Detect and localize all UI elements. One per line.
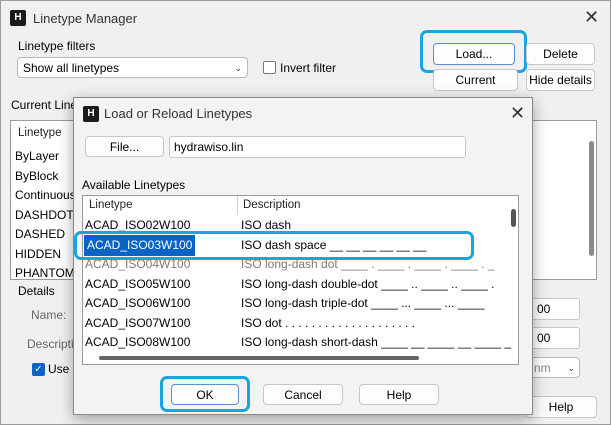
chevron-down-icon: ⌄	[234, 63, 242, 73]
table-row[interactable]: ACAD_ISO07W100 ISO dot . . . . . . . . .…	[85, 314, 505, 334]
available-linetypes-label: Available Linetypes	[82, 178, 186, 192]
selected-row-highlight	[74, 231, 474, 260]
linetype-filter-value: Show all linetypes	[23, 61, 120, 75]
close-icon[interactable]: ✕	[584, 8, 599, 26]
row-description: ISO long-dash short-dash ____ __ ____ __…	[241, 335, 512, 349]
close-icon[interactable]: ✕	[510, 104, 525, 122]
global-scale-field[interactable]: 00	[528, 298, 580, 320]
linetype-filter-dropdown[interactable]: Show all linetypes ⌄	[17, 57, 248, 78]
row-description: ISO long-dash double-dot ____ .. ____ ..…	[241, 276, 495, 291]
file-name-field[interactable]: hydrawiso.lin	[169, 136, 466, 158]
help-button-manager[interactable]: Help	[525, 396, 597, 418]
list-item[interactable]: PHANTOM	[13, 264, 77, 284]
current-button[interactable]: Current	[433, 69, 518, 91]
delete-button[interactable]: Delete	[526, 43, 595, 65]
row-linetype: ACAD_ISO05W100	[85, 276, 191, 291]
row-linetype: ACAD_ISO07W100	[85, 315, 191, 330]
list-item[interactable]: DASHDOT	[13, 206, 77, 226]
load-linetypes-dialog: H Load or Reload Linetypes ✕ File... hyd…	[73, 97, 533, 415]
row-description: ISO dot . . . . . . . . . . . . . . . . …	[241, 315, 416, 330]
file-button[interactable]: File...	[85, 136, 164, 157]
available-linetypes-list[interactable]: Linetype Description ACAD_ISO02W100 ISO …	[82, 195, 519, 365]
invert-filter-label: Invert filter	[280, 61, 337, 75]
linetype-items: ByLayer ByBlock Continuous DASHDOT DASHE…	[13, 147, 77, 284]
horizontal-scrollbar-thumb[interactable]	[99, 356, 419, 360]
linetype-filters-label: Linetype filters	[18, 39, 96, 53]
list-item[interactable]: ByBlock	[13, 167, 77, 187]
column-header-linetype[interactable]: Linetype	[89, 199, 132, 211]
dialog-title: Load or Reload Linetypes	[104, 106, 253, 121]
iso-pen-width-dropdown[interactable]: nm ⌄	[528, 357, 580, 378]
window-title: Linetype Manager	[33, 11, 138, 26]
use-paper-space-checkbox[interactable]: ✓	[32, 363, 45, 376]
table-row[interactable]: ACAD_ISO08W100 ISO long-dash short-dash …	[85, 333, 511, 353]
list-item[interactable]: Continuous	[13, 186, 77, 206]
chevron-down-icon: ⌄	[567, 363, 575, 373]
cancel-button[interactable]: Cancel	[263, 384, 343, 405]
hide-details-button[interactable]: Hide details	[526, 69, 595, 91]
current-scale-field[interactable]: 00	[528, 327, 580, 349]
table-row[interactable]: ACAD_ISO06W100 ISO long-dash triple-dot …	[85, 294, 505, 314]
vertical-scrollbar-thumb[interactable]	[511, 209, 516, 227]
column-header-linetype[interactable]: Linetype	[18, 127, 61, 139]
app-icon: H	[83, 106, 99, 122]
table-row[interactable]: ACAD_ISO05W100 ISO long-dash double-dot …	[85, 275, 505, 295]
iso-pen-width-value: nm	[534, 361, 551, 375]
name-label: Name:	[31, 308, 67, 322]
details-label: Details	[18, 284, 55, 298]
app-icon: H	[10, 10, 26, 26]
list-scrollbar-thumb[interactable]	[589, 141, 594, 256]
list-item[interactable]: HIDDEN	[13, 245, 77, 265]
ok-button-highlight	[160, 376, 250, 412]
row-linetype: ACAD_ISO06W100	[85, 296, 191, 310]
help-button[interactable]: Help	[359, 384, 439, 405]
row-description: ISO long-dash triple-dot ____ ... ____ .…	[241, 296, 485, 310]
load-button-highlight	[420, 30, 527, 73]
column-header-description[interactable]: Description	[243, 199, 301, 211]
list-item[interactable]: DASHED	[13, 225, 77, 245]
row-linetype: ACAD_ISO08W100	[85, 335, 191, 349]
column-divider	[237, 196, 238, 215]
invert-filter-checkbox[interactable]	[263, 61, 276, 74]
list-item[interactable]: ByLayer	[13, 147, 77, 167]
